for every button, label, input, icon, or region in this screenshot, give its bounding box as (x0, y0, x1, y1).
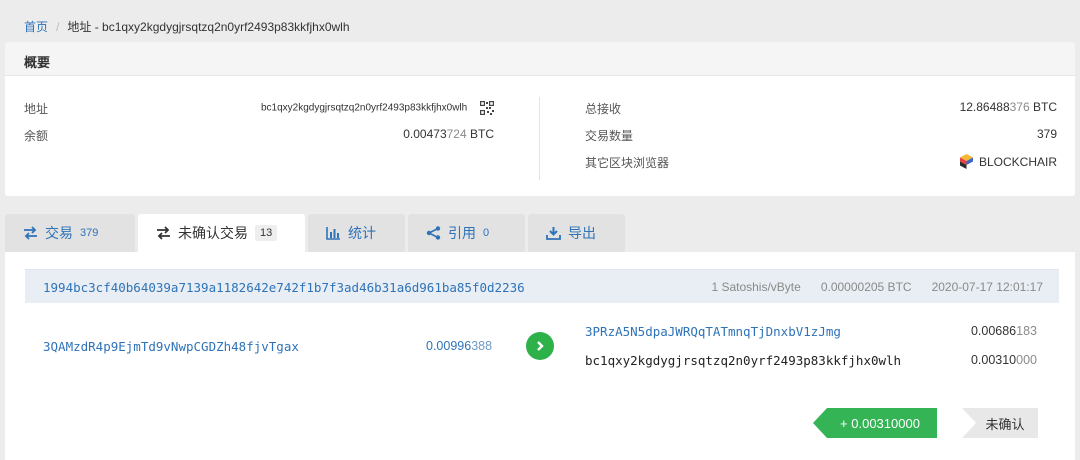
address-value: bc1qxy2kgdygjrsqtzq2n0yrf2493p83kkfjhx0w… (261, 101, 494, 115)
tab-unconfirmed[interactable]: 未确认交易 13 (138, 214, 305, 252)
summary-divider (539, 97, 540, 180)
fee: 0.00000205 BTC (820, 280, 912, 294)
output-amount: 0.00310000 (971, 353, 1037, 367)
balance-unit: BTC (466, 127, 494, 141)
total-received-main: 12.86488 (959, 100, 1010, 114)
tx-count-value: 379 (1036, 127, 1057, 141)
download-icon (546, 227, 561, 240)
swap-icon (24, 226, 37, 240)
summary-panel: 概要 地址 bc1qxy2kgdygjrsqtzq2n0yrf2493p83kk… (5, 42, 1075, 196)
tab-statistics-label: 统计 (348, 225, 376, 241)
tab-references-count: 0 (483, 227, 490, 239)
summary-left-column: 地址 bc1qxy2kgdygjrsqtzq2n0yrf2493p83kkfjh… (24, 100, 494, 154)
balance-rest: 724 (446, 127, 467, 141)
swap-icon (157, 226, 170, 240)
output-amount-main: 0.00310 (970, 353, 1017, 367)
status-badge: 未确认 (962, 408, 1038, 438)
transaction-panel: 1994bc3cf40b64039a7139a1182642e742f1b7f3… (5, 252, 1075, 460)
qr-code-icon[interactable] (480, 101, 494, 115)
tab-unconfirmed-label: 未确认交易 (178, 225, 248, 241)
tab-statistics[interactable]: 统计 (308, 214, 405, 252)
output-address-self: bc1qxy2kgdygjrsqtzq2n0yrf2493p83kkfjhx0w… (585, 353, 902, 368)
share-icon (426, 226, 441, 240)
breadcrumb-separator: / (56, 19, 60, 34)
input-amount: 0.00996388 (426, 339, 492, 353)
total-received-value: 12.86488376 BTC (960, 100, 1057, 114)
transaction-meta: 1 Satoshis/vByte 0.00000205 BTC 2020-07-… (711, 280, 1043, 294)
tab-export[interactable]: 导出 (528, 214, 625, 252)
tab-transactions-count: 379 (80, 227, 99, 239)
balance-label: 余额 (24, 129, 49, 143)
total-received-rest: 376 (1009, 100, 1030, 114)
address-label: 地址 (24, 102, 49, 116)
address-text[interactable]: bc1qxy2kgdygjrsqtzq2n0yrf2493p83kkfjhx0w… (261, 103, 467, 114)
transaction-hash-link[interactable]: 1994bc3cf40b64039a7139a1182642e742f1b7f3… (43, 280, 525, 295)
blockchair-label: BLOCKCHAIR (978, 154, 1057, 169)
tab-export-label: 导出 (568, 225, 596, 241)
tab-transactions[interactable]: 交易 379 (5, 214, 135, 252)
bar-chart-icon (326, 227, 340, 240)
input-amount-main: 0.00996 (426, 339, 472, 353)
blockchair-icon (959, 154, 973, 169)
transaction-header: 1994bc3cf40b64039a7139a1182642e742f1b7f3… (25, 269, 1059, 303)
output-amount: 0.00686183 (971, 324, 1037, 338)
breadcrumb-current: 地址 - bc1qxy2kgdygjrsqtzq2n0yrf2493p83kkf… (67, 20, 350, 34)
input-address-link[interactable]: 3QAMzdR4p9EjmTd9vNwpCGDZh48fjvTgax (43, 339, 299, 354)
output-amount-main: 0.00686 (970, 324, 1017, 338)
transaction-time: 2020-07-17 12:01:17 (931, 280, 1043, 294)
breadcrumb-home-link[interactable]: 首页 (24, 18, 48, 35)
arrow-right-icon (526, 332, 554, 360)
balance-value: 0.00473724 BTC (403, 127, 494, 141)
output-amount-rest: 000 (1016, 353, 1037, 367)
fee-rate: 1 Satoshis/vByte (711, 280, 801, 294)
total-received-label: 总接收 (585, 102, 622, 116)
summary-right-column: 总接收 12.86488376 BTC 交易数量 379 其它区块浏览器 BLO… (585, 100, 1057, 181)
tab-references[interactable]: 引用 0 (408, 214, 525, 252)
tab-references-label: 引用 (448, 225, 476, 241)
summary-title: 概要 (5, 42, 1075, 76)
tx-count-label: 交易数量 (585, 129, 634, 143)
tab-unconfirmed-count: 13 (255, 225, 278, 241)
other-explorer-label: 其它区块浏览器 (585, 156, 670, 170)
blockchair-link[interactable]: BLOCKCHAIR (959, 154, 1057, 169)
breadcrumb: 首页 / 地址 - bc1qxy2kgdygjrsqtzq2n0yrf2493p… (24, 18, 350, 35)
output-address-link[interactable]: 3PRzA5N5dpaJWRQqTATmnqTjDnxbV1zJmg (585, 324, 841, 339)
output-amount-rest: 183 (1016, 324, 1037, 338)
input-amount-rest: 388 (471, 339, 493, 353)
tab-transactions-label: 交易 (45, 225, 73, 241)
total-received-unit: BTC (1029, 100, 1057, 114)
net-change-badge: + 0.00310000 (813, 408, 937, 438)
tab-bar: 交易 379 未确认交易 13 统计 引用 0 导出 (5, 214, 625, 252)
balance-main: 0.00473 (403, 127, 447, 141)
